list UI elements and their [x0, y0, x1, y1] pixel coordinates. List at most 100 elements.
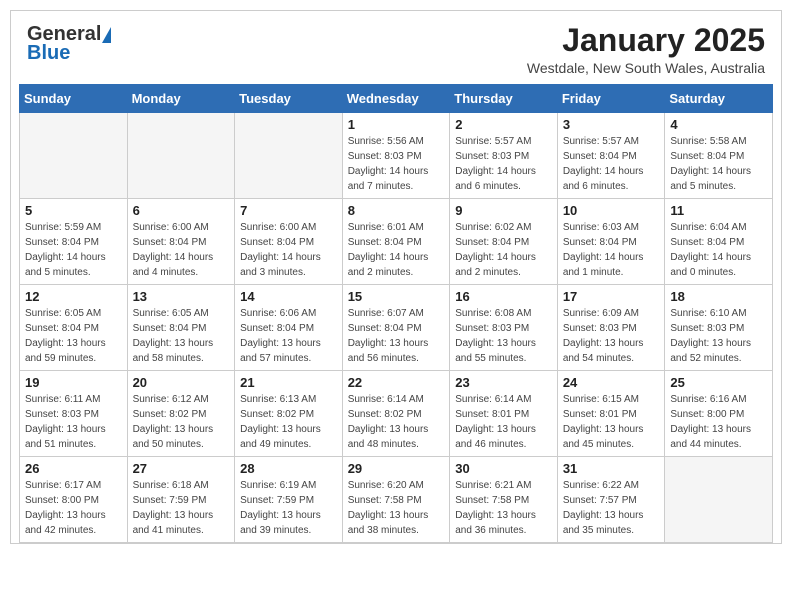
calendar-header: SundayMondayTuesdayWednesdayThursdayFrid…: [20, 85, 773, 113]
day-cell-24: 24 Sunrise: 6:15 AM Sunset: 8:01 PM Dayli…: [557, 371, 665, 457]
day-number: 13: [133, 289, 230, 304]
day-number: 4: [670, 117, 767, 132]
day-info: Sunrise: 6:20 AM Sunset: 7:58 PM Dayligh…: [348, 478, 445, 538]
week-row-4: 19 Sunrise: 6:11 AM Sunset: 8:03 PM Dayli…: [20, 371, 773, 457]
day-info: Sunrise: 6:19 AM Sunset: 7:59 PM Dayligh…: [240, 478, 337, 538]
day-number: 14: [240, 289, 337, 304]
day-cell-20: 20Sunrise: 6:12 AM Sunset: 8:02 PM Dayli…: [127, 371, 235, 457]
day-cell-19: 19 Sunrise: 6:11 AM Sunset: 8:03 PM Dayli…: [20, 371, 128, 457]
day-cell-7: 7 Sunrise: 6:00 AM Sunset: 8:04 PM Daylig…: [235, 199, 343, 285]
day-cell-26: 26 Sunrise: 6:17 AM Sunset: 8:00 PM Dayli…: [20, 457, 128, 543]
day-cell-30: 30 Sunrise: 6:21 AM Sunset: 7:58 PM Dayli…: [450, 457, 558, 543]
day-info: Sunrise: 5:58 AM Sunset: 8:04 PM Dayligh…: [670, 134, 767, 194]
day-info: Sunrise: 6:14 AM Sunset: 8:02 PM Dayligh…: [348, 392, 445, 452]
day-cell-22: 22Sunrise: 6:14 AM Sunset: 8:02 PM Dayli…: [342, 371, 450, 457]
day-cell-16: 16 Sunrise: 6:08 AM Sunset: 8:03 PM Dayli…: [450, 285, 558, 371]
day-number: 24: [563, 375, 660, 390]
day-number: 6: [133, 203, 230, 218]
day-info: Sunrise: 6:05 AM Sunset: 8:04 PM Dayligh…: [133, 306, 230, 366]
logo: General Blue: [27, 23, 111, 65]
day-number: 8: [348, 203, 445, 218]
day-number: 15: [348, 289, 445, 304]
day-cell-1: 1 Sunrise: 5:56 AM Sunset: 8:03 PM Daylig…: [342, 113, 450, 199]
day-info: Sunrise: 6:17 AM Sunset: 8:00 PM Dayligh…: [25, 478, 122, 538]
day-header-friday: Friday: [557, 85, 665, 113]
day-number: 30: [455, 461, 552, 476]
day-number: 19: [25, 375, 122, 390]
day-info: Sunrise: 5:57 AM Sunset: 8:03 PM Dayligh…: [455, 134, 552, 194]
day-info: Sunrise: 6:09 AM Sunset: 8:03 PM Dayligh…: [563, 306, 660, 366]
empty-cell: [127, 113, 235, 199]
day-info: Sunrise: 6:21 AM Sunset: 7:58 PM Dayligh…: [455, 478, 552, 538]
day-info: Sunrise: 6:01 AM Sunset: 8:04 PM Dayligh…: [348, 220, 445, 280]
day-info: Sunrise: 6:10 AM Sunset: 8:03 PM Dayligh…: [670, 306, 767, 366]
empty-cell: [235, 113, 343, 199]
calendar-body: 1 Sunrise: 5:56 AM Sunset: 8:03 PM Daylig…: [20, 113, 773, 543]
empty-cell: [20, 113, 128, 199]
day-header-monday: Monday: [127, 85, 235, 113]
day-number: 1: [348, 117, 445, 132]
day-header-thursday: Thursday: [450, 85, 558, 113]
day-info: Sunrise: 6:13 AM Sunset: 8:02 PM Dayligh…: [240, 392, 337, 452]
day-number: 23: [455, 375, 552, 390]
week-row-1: 1 Sunrise: 5:56 AM Sunset: 8:03 PM Daylig…: [20, 113, 773, 199]
day-cell-2: 2 Sunrise: 5:57 AM Sunset: 8:03 PM Daylig…: [450, 113, 558, 199]
day-number: 17: [563, 289, 660, 304]
day-header-tuesday: Tuesday: [235, 85, 343, 113]
day-number: 25: [670, 375, 767, 390]
day-header-wednesday: Wednesday: [342, 85, 450, 113]
day-number: 27: [133, 461, 230, 476]
day-info: Sunrise: 6:06 AM Sunset: 8:04 PM Dayligh…: [240, 306, 337, 366]
day-cell-17: 17 Sunrise: 6:09 AM Sunset: 8:03 PM Dayli…: [557, 285, 665, 371]
day-cell-29: 29 Sunrise: 6:20 AM Sunset: 7:58 PM Dayli…: [342, 457, 450, 543]
day-info: Sunrise: 5:56 AM Sunset: 8:03 PM Dayligh…: [348, 134, 445, 194]
day-info: Sunrise: 6:12 AM Sunset: 8:02 PM Dayligh…: [133, 392, 230, 452]
day-number: 29: [348, 461, 445, 476]
day-info: Sunrise: 5:57 AM Sunset: 8:04 PM Dayligh…: [563, 134, 660, 194]
day-info: Sunrise: 6:08 AM Sunset: 8:03 PM Dayligh…: [455, 306, 552, 366]
header-right: January 2025 Westdale, New South Wales, …: [527, 23, 765, 76]
day-info: Sunrise: 6:00 AM Sunset: 8:04 PM Dayligh…: [133, 220, 230, 280]
day-cell-31: 31Sunrise: 6:22 AM Sunset: 7:57 PM Dayli…: [557, 457, 665, 543]
week-row-5: 26 Sunrise: 6:17 AM Sunset: 8:00 PM Dayli…: [20, 457, 773, 543]
day-number: 5: [25, 203, 122, 218]
day-cell-6: 6 Sunrise: 6:00 AM Sunset: 8:04 PM Daylig…: [127, 199, 235, 285]
day-number: 10: [563, 203, 660, 218]
day-info: Sunrise: 6:04 AM Sunset: 8:04 PM Dayligh…: [670, 220, 767, 280]
day-info: Sunrise: 5:59 AM Sunset: 8:04 PM Dayligh…: [25, 220, 122, 280]
day-cell-9: 9 Sunrise: 6:02 AM Sunset: 8:04 PM Daylig…: [450, 199, 558, 285]
day-cell-8: 8 Sunrise: 6:01 AM Sunset: 8:04 PM Daylig…: [342, 199, 450, 285]
logo-icon: [102, 27, 111, 43]
day-number: 26: [25, 461, 122, 476]
day-number: 9: [455, 203, 552, 218]
day-cell-23: 23 Sunrise: 6:14 AM Sunset: 8:01 PM Dayli…: [450, 371, 558, 457]
day-cell-13: 13 Sunrise: 6:05 AM Sunset: 8:04 PM Dayli…: [127, 285, 235, 371]
day-info: Sunrise: 6:07 AM Sunset: 8:04 PM Dayligh…: [348, 306, 445, 366]
day-info: Sunrise: 6:15 AM Sunset: 8:01 PM Dayligh…: [563, 392, 660, 452]
day-number: 7: [240, 203, 337, 218]
day-header-sunday: Sunday: [20, 85, 128, 113]
day-number: 16: [455, 289, 552, 304]
month-title: January 2025: [527, 23, 765, 58]
day-info: Sunrise: 6:03 AM Sunset: 8:04 PM Dayligh…: [563, 220, 660, 280]
week-row-2: 5 Sunrise: 5:59 AM Sunset: 8:04 PM Daylig…: [20, 199, 773, 285]
day-info: Sunrise: 6:14 AM Sunset: 8:01 PM Dayligh…: [455, 392, 552, 452]
day-headers-row: SundayMondayTuesdayWednesdayThursdayFrid…: [20, 85, 773, 113]
day-cell-14: 14 Sunrise: 6:06 AM Sunset: 8:04 PM Dayli…: [235, 285, 343, 371]
day-cell-10: 10 Sunrise: 6:03 AM Sunset: 8:04 PM Dayli…: [557, 199, 665, 285]
calendar-table: SundayMondayTuesdayWednesdayThursdayFrid…: [19, 84, 773, 543]
day-info: Sunrise: 6:22 AM Sunset: 7:57 PM Dayligh…: [563, 478, 660, 538]
day-info: Sunrise: 6:00 AM Sunset: 8:04 PM Dayligh…: [240, 220, 337, 280]
location: Westdale, New South Wales, Australia: [527, 60, 765, 76]
day-info: Sunrise: 6:02 AM Sunset: 8:04 PM Dayligh…: [455, 220, 552, 280]
day-number: 3: [563, 117, 660, 132]
day-cell-5: 5 Sunrise: 5:59 AM Sunset: 8:04 PM Daylig…: [20, 199, 128, 285]
day-cell-3: 3 Sunrise: 5:57 AM Sunset: 8:04 PM Daylig…: [557, 113, 665, 199]
day-number: 18: [670, 289, 767, 304]
day-cell-28: 28Sunrise: 6:19 AM Sunset: 7:59 PM Dayli…: [235, 457, 343, 543]
day-cell-15: 15 Sunrise: 6:07 AM Sunset: 8:04 PM Dayli…: [342, 285, 450, 371]
day-info: Sunrise: 6:16 AM Sunset: 8:00 PM Dayligh…: [670, 392, 767, 452]
day-cell-21: 21Sunrise: 6:13 AM Sunset: 8:02 PM Dayli…: [235, 371, 343, 457]
day-info: Sunrise: 6:11 AM Sunset: 8:03 PM Dayligh…: [25, 392, 122, 452]
day-number: 2: [455, 117, 552, 132]
